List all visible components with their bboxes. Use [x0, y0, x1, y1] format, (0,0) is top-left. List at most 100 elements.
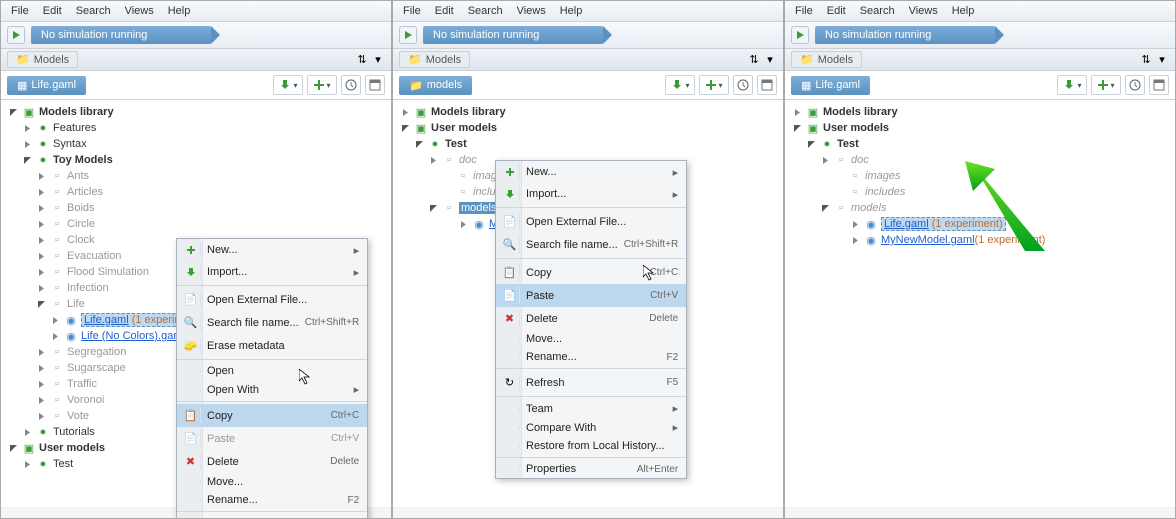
cm-import[interactable]: Import...▸ — [177, 261, 367, 283]
collapse-icon[interactable]: ⇅ — [747, 53, 761, 67]
import-dropdown-button[interactable]: ▾ — [273, 75, 303, 95]
menu-search[interactable]: Search — [462, 3, 509, 19]
expand-caret-icon[interactable] — [35, 250, 47, 262]
collapse-caret-icon[interactable] — [399, 122, 411, 134]
browser-icon-button[interactable] — [757, 75, 777, 95]
cm-properties[interactable]: PropertiesAlt+Enter — [496, 460, 686, 478]
cm-move[interactable]: Move... — [177, 473, 367, 491]
collapse-caret-icon[interactable] — [7, 106, 19, 118]
collapse-caret-icon[interactable] — [7, 442, 19, 454]
expand-caret-icon[interactable] — [35, 346, 47, 358]
cm-open-external[interactable]: 📄Open External File... — [496, 210, 686, 233]
expand-caret-icon[interactable] — [35, 218, 47, 230]
menu-views[interactable]: Views — [119, 3, 160, 19]
file-tab[interactable]: ▦Life.gaml — [791, 76, 870, 95]
expand-caret-icon[interactable] — [35, 410, 47, 422]
menu-edit[interactable]: Edit — [429, 3, 460, 19]
expand-caret-icon[interactable] — [21, 426, 33, 438]
cm-open-with[interactable]: Open With▸ — [177, 380, 367, 399]
menubar[interactable]: File Edit Search Views Help — [1, 1, 391, 22]
cm-rename[interactable]: Rename...F2 — [496, 348, 686, 366]
cm-copy[interactable]: 📋CopyCtrl+C — [496, 261, 686, 284]
expand-caret-icon[interactable] — [49, 314, 61, 326]
menu-search[interactable]: Search — [854, 3, 901, 19]
import-dropdown-button[interactable]: ▾ — [665, 75, 695, 95]
collapse-caret-icon[interactable] — [413, 138, 425, 150]
cm-paste[interactable]: 📄PasteCtrl+V — [496, 284, 686, 307]
browser-icon-button[interactable] — [365, 75, 385, 95]
collapse-caret-icon[interactable] — [791, 122, 803, 134]
models-tab[interactable]: 📁Models — [791, 51, 862, 68]
cm-new[interactable]: New...▸ — [496, 161, 686, 183]
expand-caret-icon[interactable] — [21, 138, 33, 150]
collapse-caret-icon[interactable] — [819, 202, 831, 214]
menu-search[interactable]: Search — [70, 3, 117, 19]
context-menu[interactable]: New...▸ Import...▸ 📄Open External File..… — [495, 160, 687, 479]
expand-caret-icon[interactable] — [49, 330, 61, 342]
menu-file[interactable]: File — [397, 3, 427, 19]
expand-caret-icon[interactable] — [35, 362, 47, 374]
cm-delete[interactable]: ✖DeleteDelete — [496, 307, 686, 330]
expand-caret-icon[interactable] — [457, 218, 469, 230]
import-dropdown-button[interactable]: ▾ — [1057, 75, 1087, 95]
clock-icon-button[interactable] — [1125, 75, 1145, 95]
expand-caret-icon[interactable] — [35, 234, 47, 246]
expand-caret-icon[interactable] — [849, 234, 861, 246]
cm-paste[interactable]: 📄PasteCtrl+V — [177, 427, 367, 450]
clock-icon-button[interactable] — [733, 75, 753, 95]
collapse-caret-icon[interactable] — [21, 154, 33, 166]
run-button[interactable] — [791, 26, 809, 44]
collapse-icon[interactable]: ⇅ — [355, 53, 369, 67]
cm-refresh[interactable]: ↻RefreshF5 — [496, 371, 686, 394]
cm-delete[interactable]: ✖DeleteDelete — [177, 450, 367, 473]
context-menu[interactable]: New...▸ Import...▸ 📄Open External File..… — [176, 238, 368, 519]
new-dropdown-button[interactable]: ▾ — [307, 75, 337, 95]
menubar[interactable]: File Edit Search Views Help — [393, 1, 783, 22]
cm-restore[interactable]: Restore from Local History... — [496, 437, 686, 455]
menu-icon[interactable]: ▾ — [371, 53, 385, 67]
clock-icon-button[interactable] — [341, 75, 361, 95]
expand-caret-icon[interactable] — [399, 106, 411, 118]
expand-caret-icon[interactable] — [21, 458, 33, 470]
expand-caret-icon[interactable] — [427, 154, 439, 166]
cm-import[interactable]: Import...▸ — [496, 183, 686, 205]
menu-edit[interactable]: Edit — [37, 3, 68, 19]
expand-caret-icon[interactable] — [35, 378, 47, 390]
cm-new[interactable]: New...▸ — [177, 239, 367, 261]
menu-views[interactable]: Views — [903, 3, 944, 19]
menu-views[interactable]: Views — [511, 3, 552, 19]
models-tab[interactable]: 📁Models — [399, 51, 470, 68]
cm-search-file[interactable]: 🔍Search file name...Ctrl+Shift+R — [496, 233, 686, 256]
menu-help[interactable]: Help — [946, 3, 981, 19]
menu-file[interactable]: File — [5, 3, 35, 19]
expand-caret-icon[interactable] — [35, 266, 47, 278]
menu-file[interactable]: File — [789, 3, 819, 19]
collapse-caret-icon[interactable] — [427, 202, 439, 214]
cm-copy[interactable]: 📋CopyCtrl+C — [177, 404, 367, 427]
new-dropdown-button[interactable]: ▾ — [1091, 75, 1121, 95]
cm-rename[interactable]: Rename...F2 — [177, 491, 367, 509]
cm-search-file[interactable]: 🔍Search file name...Ctrl+Shift+R — [177, 311, 367, 334]
expand-caret-icon[interactable] — [21, 122, 33, 134]
menubar[interactable]: File Edit Search Views Help — [785, 1, 1175, 22]
expand-caret-icon[interactable] — [849, 218, 861, 230]
cm-open-external[interactable]: 📄Open External File... — [177, 288, 367, 311]
run-button[interactable] — [399, 26, 417, 44]
cm-team[interactable]: Team▸ — [496, 399, 686, 418]
expand-caret-icon[interactable] — [791, 106, 803, 118]
expand-caret-icon[interactable] — [819, 154, 831, 166]
cm-move[interactable]: Move... — [496, 330, 686, 348]
menu-icon[interactable]: ▾ — [763, 53, 777, 67]
expand-caret-icon[interactable] — [35, 282, 47, 294]
file-tab[interactable]: 📁models — [399, 76, 472, 95]
collapse-caret-icon[interactable] — [35, 298, 47, 310]
tree-selection[interactable]: models — [459, 202, 498, 214]
new-dropdown-button[interactable]: ▾ — [699, 75, 729, 95]
menu-icon[interactable]: ▾ — [1155, 53, 1169, 67]
models-tab[interactable]: 📁 Models — [7, 51, 78, 68]
expand-caret-icon[interactable] — [35, 186, 47, 198]
expand-caret-icon[interactable] — [35, 170, 47, 182]
cm-compare[interactable]: Compare With▸ — [496, 418, 686, 437]
collapse-caret-icon[interactable] — [805, 138, 817, 150]
expand-caret-icon[interactable] — [35, 202, 47, 214]
